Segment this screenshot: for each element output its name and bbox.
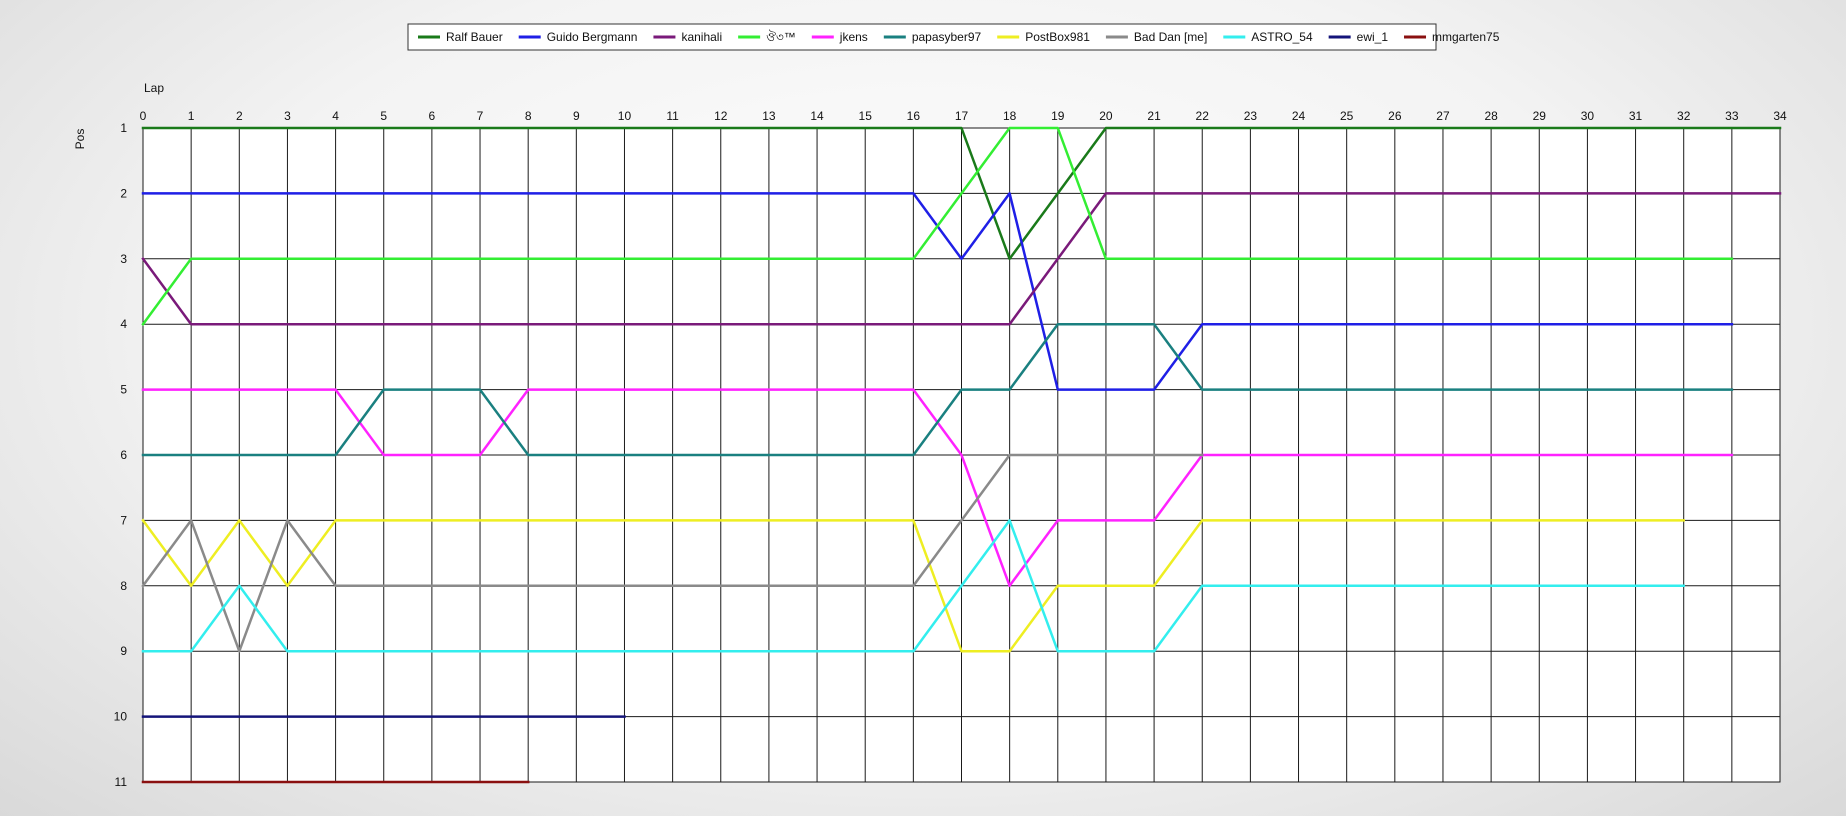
- x-tick-label: 10: [618, 109, 632, 123]
- x-tick-label: 30: [1581, 109, 1595, 123]
- x-tick-label: 14: [810, 109, 824, 123]
- x-axis-label: Lap: [144, 81, 164, 95]
- y-tick-label: 9: [120, 644, 127, 658]
- x-tick-label: 26: [1388, 109, 1402, 123]
- x-tick-label: 32: [1677, 109, 1691, 123]
- y-tick-label: 7: [120, 513, 127, 527]
- legend-entry: mmgarten75: [1432, 30, 1500, 44]
- x-tick-label: 27: [1436, 109, 1450, 123]
- x-tick-label: 15: [859, 109, 873, 123]
- legend-entry: papasyber97: [912, 30, 982, 44]
- legend-entry: kanihali: [681, 30, 722, 44]
- y-tick-label: 5: [120, 383, 127, 397]
- x-tick-label: 0: [140, 109, 147, 123]
- legend-entry: ewi_1: [1357, 30, 1389, 44]
- x-tick-label: 11: [666, 109, 679, 123]
- race-position-chart: Ralf Bauer Guido Bergmann kanihali ঔ৩™ jkens…: [73, 23, 1787, 789]
- y-tick-label: 10: [114, 710, 128, 724]
- x-tick-label: 18: [1003, 109, 1017, 123]
- legend-entry: ঔ৩™: [766, 30, 796, 44]
- y-tick-label: 4: [120, 317, 127, 331]
- x-tick-label: 4: [332, 109, 339, 123]
- x-tick-label: 23: [1244, 109, 1258, 123]
- x-tick-label: 22: [1196, 109, 1210, 123]
- y-tick-label: 8: [120, 579, 127, 593]
- x-tick-label: 21: [1147, 109, 1161, 123]
- x-tick-label: 1: [188, 109, 195, 123]
- y-axis-label: Pos: [73, 129, 87, 150]
- x-tick-label: 33: [1725, 109, 1739, 123]
- x-tick-label: 5: [380, 109, 387, 123]
- legend-entry: Ralf Bauer: [446, 30, 503, 44]
- legend-entry: Guido Bergmann: [547, 30, 638, 44]
- x-tick-label: 24: [1292, 109, 1306, 123]
- x-tick-label: 8: [525, 109, 532, 123]
- x-tick-label: 12: [714, 109, 728, 123]
- x-tick-label: 20: [1099, 109, 1113, 123]
- x-tick-label: 13: [762, 109, 776, 123]
- y-tick-label: 3: [120, 252, 127, 266]
- legend-entry: jkens: [839, 30, 868, 44]
- x-tick-label: 2: [236, 109, 243, 123]
- x-tick-label: 31: [1629, 109, 1643, 123]
- x-tick-label: 6: [429, 109, 436, 123]
- x-tick-label: 3: [284, 109, 291, 123]
- x-tick-label: 17: [955, 109, 969, 123]
- x-tick-label: 19: [1051, 109, 1065, 123]
- y-tick-label: 6: [120, 448, 127, 462]
- x-tick-label: 9: [573, 109, 580, 123]
- legend-entry: PostBox981: [1025, 30, 1090, 44]
- x-tick-label: 34: [1773, 109, 1787, 123]
- y-tick-label: 1: [120, 121, 127, 135]
- x-tick-label: 29: [1533, 109, 1547, 123]
- legend-entry: Bad Dan [me]: [1134, 30, 1207, 44]
- y-tick-label: 11: [115, 775, 128, 789]
- y-tick-label: 2: [120, 186, 127, 200]
- y-tick-labels: 1 2 3 4 5 6 7 8 9 10 11: [114, 121, 128, 789]
- x-tick-label: 25: [1340, 109, 1354, 123]
- legend: Ralf Bauer Guido Bergmann kanihali ঔ৩™ jkens…: [407, 23, 1500, 51]
- x-tick-label: 28: [1484, 109, 1498, 123]
- x-tick-label: 7: [477, 109, 484, 123]
- x-tick-label: 16: [907, 109, 921, 123]
- legend-entry: ASTRO_54: [1251, 30, 1313, 44]
- x-tick-labels: 0 1 2 3 4 5 6 7 8 9 10 11 12 13 14 15 16 17 18 19 20 21 22 23 24…: [140, 109, 1787, 123]
